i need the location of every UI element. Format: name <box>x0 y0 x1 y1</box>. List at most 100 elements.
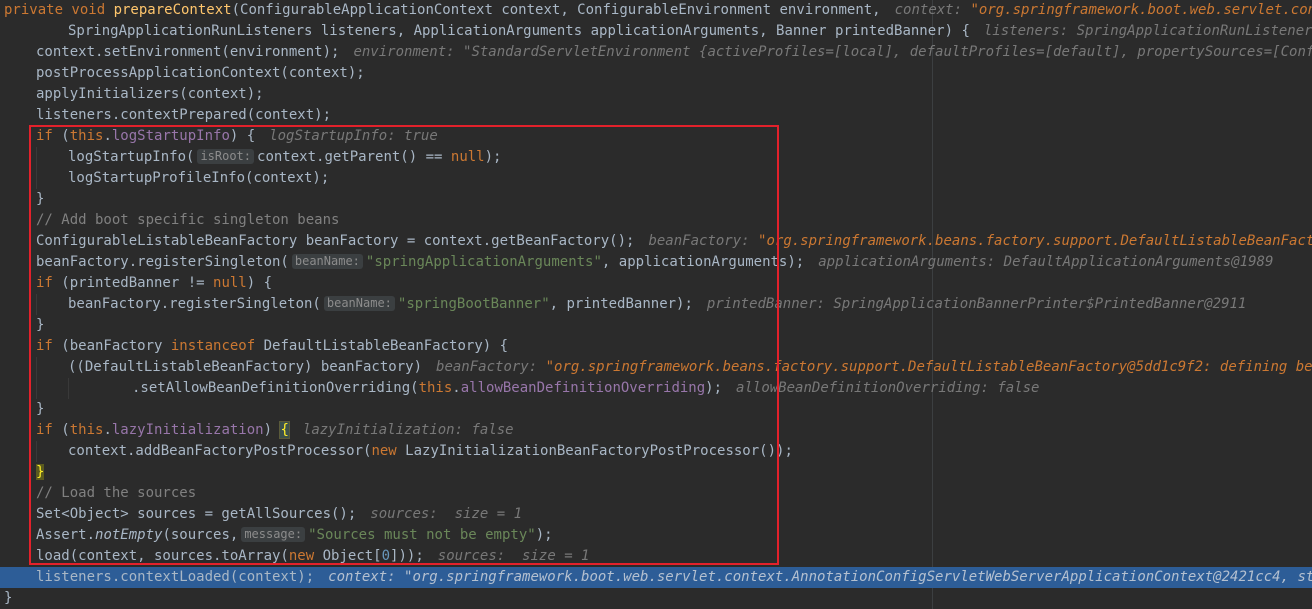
code-text: ((DefaultListableBeanFactory) beanFactor… <box>68 359 423 375</box>
code-text: context.setEnvironment(environment); <box>36 44 340 60</box>
code-text: context.addBeanFactoryPostProcessor( <box>68 443 372 459</box>
debug-value-hint: context: "org.springframework.boot.web.s… <box>328 569 1312 585</box>
keyword: this <box>69 128 104 144</box>
matched-brace: } <box>36 464 45 480</box>
code-text: beanFactory.registerSingleton( <box>68 296 321 312</box>
code-line[interactable]: } <box>0 462 1312 483</box>
code-line[interactable]: context.addBeanFactoryPostProcessor(new … <box>0 441 1312 462</box>
code-line[interactable]: } <box>0 399 1312 420</box>
code-text: LazyInitializationBeanFactoryPostProcess… <box>396 443 793 459</box>
code-line[interactable]: Assert.notEmpty(sources, message: "Sources… <box>0 525 1312 546</box>
code-text: beanFactory.registerSingleton( <box>36 254 289 270</box>
code-text: load(context, sources.toArray( <box>36 548 289 564</box>
code-line[interactable]: } <box>0 315 1312 336</box>
code-text: ( <box>52 422 70 438</box>
code-text: Set<Object> sources = getAllSources(); <box>36 506 357 522</box>
code-line[interactable]: ((DefaultListableBeanFactory) beanFactor… <box>0 357 1312 378</box>
code-editor[interactable]: private void prepareContext(Configurable… <box>0 0 1312 609</box>
parameter-hint: message: <box>241 527 306 542</box>
code-text: listeners.contextLoaded(context); <box>36 569 315 585</box>
debug-value-hint: beanFactory: "org.springframework.beans.… <box>436 359 1312 375</box>
debug-value-hint: listeners: SpringApplicationRunListeners… <box>983 23 1312 39</box>
keyword: this <box>69 422 104 438</box>
code-text: ) <box>263 422 281 438</box>
code-line[interactable]: private void prepareContext(Configurable… <box>0 0 1312 21</box>
code-text: } <box>4 590 13 606</box>
code-text: (printedBanner != <box>52 275 214 291</box>
keyword: null <box>450 149 485 165</box>
code-line[interactable]: load(context, sources.toArray(new Object… <box>0 546 1312 567</box>
code-text: ) { <box>229 128 256 144</box>
keyword: new <box>371 443 397 459</box>
code-comment: // Load the sources <box>36 485 197 501</box>
code-text: applyInitializers(context); <box>36 86 264 102</box>
code-line[interactable]: beanFactory.registerSingleton(beanName: "… <box>0 252 1312 273</box>
code-text: logStartupProfileInfo(context); <box>68 170 330 186</box>
code-text: listeners.contextPrepared(context); <box>36 107 332 123</box>
code-comment: // Add boot specific singleton beans <box>36 212 340 228</box>
code-line[interactable]: ConfigurableListableBeanFactory beanFact… <box>0 231 1312 252</box>
keyword: if <box>36 275 53 291</box>
code-line[interactable]: if (this.logStartupInfo) {logStartupInfo… <box>0 126 1312 147</box>
code-line[interactable]: listeners.contextPrepared(context); <box>0 105 1312 126</box>
debug-value-hint: allowBeanDefinitionOverriding: false <box>736 380 1040 396</box>
code-text: (beanFactory <box>52 338 171 354</box>
code-line[interactable]: if (beanFactory instanceof DefaultListab… <box>0 336 1312 357</box>
debug-value-hint: beanFactory: "org.springframework.beans.… <box>648 233 1312 249</box>
code-text: ) { <box>246 275 273 291</box>
code-line[interactable]: if (this.lazyInitialization) {lazyInitia… <box>0 420 1312 441</box>
hint-label: context: <box>894 2 971 18</box>
static-method-call: notEmpty <box>95 527 163 543</box>
code-text: SpringApplicationRunListeners listeners,… <box>68 23 970 39</box>
field-name: logStartupInfo <box>111 128 230 144</box>
code-line[interactable]: .setAllowBeanDefinitionOverriding(this.a… <box>0 378 1312 399</box>
current-execution-line[interactable]: listeners.contextLoaded(context); context… <box>0 567 1312 588</box>
code-line[interactable]: postProcessApplicationContext(context); <box>0 63 1312 84</box>
field-name: lazyInitialization <box>111 422 264 438</box>
code-line[interactable]: } <box>0 588 1312 609</box>
code-text: , applicationArguments); <box>601 254 805 270</box>
code-line[interactable]: logStartupProfileInfo(context); <box>0 168 1312 189</box>
hint-value: "org.springframework.beans.factory.suppo… <box>758 233 1312 249</box>
keyword: private void <box>4 2 114 18</box>
parameter-hint: beanName: <box>291 254 363 269</box>
hint-label: beanFactory: <box>648 233 759 249</box>
hint-label: beanFactory: <box>436 359 546 375</box>
method-name: prepareContext <box>113 2 232 18</box>
code-text: .setAllowBeanDefinitionOverriding( <box>132 380 419 396</box>
code-line[interactable]: SpringApplicationRunListeners listeners,… <box>0 21 1312 42</box>
hint-value: "org.springframework.boot.web.servlet.co… <box>970 2 1312 18</box>
code-text: (ConfigurableApplicationContext context,… <box>231 2 881 18</box>
number-literal: 0 <box>381 548 391 564</box>
debug-value-hint: environment: "StandardServletEnvironment… <box>353 44 1312 60</box>
code-line[interactable]: // Load the sources <box>0 483 1312 504</box>
keyword: this <box>418 380 453 396</box>
keyword: if <box>36 422 53 438</box>
code-line[interactable]: // Add boot specific singleton beans <box>0 210 1312 231</box>
string-literal: "springBootBanner" <box>397 296 550 312</box>
code-text: logStartupInfo( <box>68 149 195 165</box>
code-text: (sources, <box>162 527 239 543</box>
code-line[interactable]: beanFactory.registerSingleton(beanName: "… <box>0 294 1312 315</box>
debug-value-hint: applicationArguments: DefaultApplication… <box>818 254 1274 270</box>
keyword: null <box>213 275 247 291</box>
code-text: } <box>36 401 45 417</box>
code-line[interactable]: applyInitializers(context); <box>0 84 1312 105</box>
code-text: DefaultListableBeanFactory) { <box>255 338 509 354</box>
code-line[interactable]: logStartupInfo(isRoot: context.getParent(… <box>0 147 1312 168</box>
keyword: instanceof <box>170 338 256 354</box>
debug-value-hint: sources: size = 1 <box>370 506 523 522</box>
code-text: . <box>103 422 112 438</box>
code-text: ); <box>705 380 723 396</box>
code-line[interactable]: } <box>0 189 1312 210</box>
code-text: . <box>103 128 112 144</box>
keyword: if <box>36 338 53 354</box>
code-line[interactable]: if (printedBanner != null) { <box>0 273 1312 294</box>
code-line[interactable]: Set<Object> sources = getAllSources(); so… <box>0 504 1312 525</box>
code-text: Object[ <box>314 548 382 564</box>
code-line[interactable]: context.setEnvironment(environment); envi… <box>0 42 1312 63</box>
code-text: } <box>36 317 45 333</box>
hint-label: context: <box>328 569 405 585</box>
code-text: context.getParent() == <box>257 149 451 165</box>
parameter-hint: beanName: <box>323 296 395 311</box>
